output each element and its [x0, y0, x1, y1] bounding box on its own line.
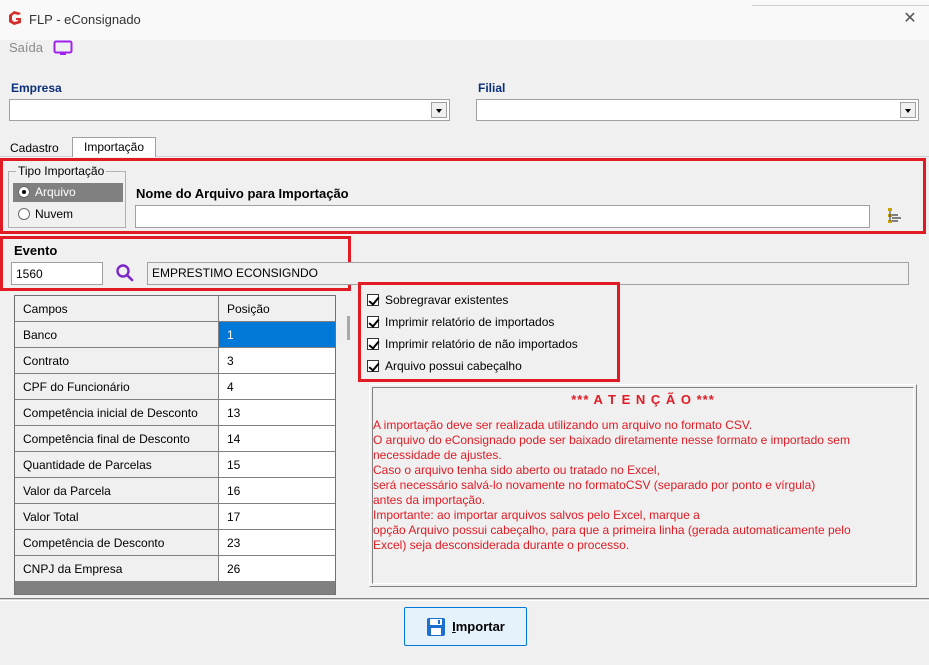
- evento-code-input[interactable]: [11, 262, 103, 285]
- option-label: Imprimir relatório de não importados: [385, 337, 578, 351]
- campos-grid[interactable]: Campos Posição Banco 1 Contrato 3 CPF do Funci…: [14, 295, 336, 595]
- table-row[interactable]: Banco 1: [15, 322, 335, 348]
- attention-line: opção Arquivo possui cabeçalho, para que…: [373, 523, 851, 537]
- empresa-select[interactable]: [9, 99, 450, 121]
- radio-nuvem[interactable]: [18, 208, 30, 220]
- file-browse-icon[interactable]: [885, 206, 905, 226]
- tab-importacao[interactable]: Importação: [72, 137, 156, 157]
- arquivo-input[interactable]: [135, 205, 870, 228]
- table-row[interactable]: Quantidade de Parcelas 15: [15, 452, 335, 478]
- top-strip: [752, 0, 929, 6]
- grid-scrollbar[interactable]: [347, 316, 350, 340]
- arquivo-label: Nome do Arquivo para Importação: [136, 186, 349, 201]
- importar-button[interactable]: Importar: [404, 607, 527, 646]
- table-row[interactable]: CNPJ da Empresa 26: [15, 556, 335, 582]
- campo-cell: Valor Total: [15, 504, 219, 530]
- table-row[interactable]: Valor Total 17: [15, 504, 335, 530]
- attention-line: será necessário salvá-lo novamente no fo…: [373, 478, 816, 492]
- window-title: FLP - eConsignado: [29, 12, 141, 27]
- bottom-separator: [0, 598, 929, 601]
- app-logo-icon: [9, 11, 21, 25]
- tipo-importacao-legend: Tipo Importação: [16, 164, 107, 178]
- table-row[interactable]: Competência de Desconto 23: [15, 530, 335, 556]
- option-label: Arquivo possui cabeçalho: [385, 359, 522, 373]
- posicao-cell[interactable]: 14: [219, 426, 335, 452]
- posicao-cell[interactable]: 4: [219, 374, 335, 400]
- monitor-icon[interactable]: [53, 40, 73, 57]
- option-checkbox[interactable]: [367, 316, 379, 328]
- grid-header-row: Campos Posição: [15, 296, 335, 322]
- posicao-cell[interactable]: 23: [219, 530, 335, 556]
- radio-arquivo[interactable]: [18, 186, 30, 198]
- campo-cell: Valor da Parcela: [15, 478, 219, 504]
- saida-button[interactable]: Saída: [9, 40, 43, 55]
- attention-line: Excel) seja desconsiderada durante o pro…: [373, 538, 630, 552]
- option-checkbox[interactable]: [367, 360, 379, 372]
- chevron-down-icon[interactable]: [431, 102, 447, 118]
- importar-label: mportar: [455, 619, 505, 634]
- posicao-cell[interactable]: 16: [219, 478, 335, 504]
- campo-cell: Competência de Desconto: [15, 530, 219, 556]
- table-row[interactable]: Contrato 3: [15, 348, 335, 374]
- evento-description-text: EMPRESTIMO ECONSIGNDO: [152, 266, 319, 280]
- attention-line: Importante: ao importar arquivos salvos …: [373, 508, 700, 522]
- close-button[interactable]: ✕: [900, 9, 920, 29]
- attention-line: Caso o arquivo tenha sido aberto ou trat…: [373, 463, 660, 477]
- attention-line: O arquivo do eConsignado pode ser baixad…: [373, 433, 850, 447]
- filial-select[interactable]: [476, 99, 919, 121]
- option-label: Imprimir relatório de importados: [385, 315, 555, 329]
- filial-label: Filial: [478, 81, 506, 95]
- search-icon[interactable]: [115, 263, 135, 283]
- empresa-label: Empresa: [11, 81, 62, 95]
- radio-arquivo-label: Arquivo: [35, 185, 76, 199]
- posicao-cell[interactable]: 17: [219, 504, 335, 530]
- posicao-cell[interactable]: 26: [219, 556, 335, 582]
- attention-line: A importação deve ser realizada utilizan…: [373, 418, 753, 432]
- posicao-cell[interactable]: 13: [219, 400, 335, 426]
- campo-cell: Contrato: [15, 348, 219, 374]
- posicao-cell[interactable]: 15: [219, 452, 335, 478]
- grid-header-cell[interactable]: Campos: [15, 296, 219, 322]
- table-row[interactable]: Competência final de Desconto 14: [15, 426, 335, 452]
- table-row[interactable]: CPF do Funcionário 4: [15, 374, 335, 400]
- posicao-cell[interactable]: 3: [219, 348, 335, 374]
- posicao-cell[interactable]: 1: [219, 322, 335, 348]
- option-label: Sobregravar existentes: [385, 293, 509, 307]
- evento-label: Evento: [14, 243, 58, 258]
- attention-line: antes da importação.: [373, 493, 486, 507]
- radio-nuvem-label: Nuvem: [35, 207, 74, 221]
- campo-cell: CNPJ da Empresa: [15, 556, 219, 582]
- radio-nuvem-row[interactable]: Nuvem: [13, 205, 123, 224]
- option-checkbox[interactable]: [367, 294, 379, 306]
- table-row[interactable]: Competência inicial de Desconto 13: [15, 400, 335, 426]
- chevron-down-icon[interactable]: [900, 102, 916, 118]
- attention-line: necessidade de ajustes.: [373, 448, 502, 462]
- radio-arquivo-row[interactable]: Arquivo: [13, 183, 123, 202]
- campo-cell: CPF do Funcionário: [15, 374, 219, 400]
- save-icon: [427, 617, 446, 636]
- campo-cell: Banco: [15, 322, 219, 348]
- campo-cell: Competência final de Desconto: [15, 426, 219, 452]
- campo-cell: Competência inicial de Desconto: [15, 400, 219, 426]
- option-checkbox[interactable]: [367, 338, 379, 350]
- attention-title: *** A T E N Ç Ã O ***: [571, 392, 715, 407]
- campo-cell: Quantidade de Parcelas: [15, 452, 219, 478]
- table-row[interactable]: Valor da Parcela 16: [15, 478, 335, 504]
- grid-header-cell[interactable]: Posição: [219, 296, 335, 322]
- tab-cadastro[interactable]: Cadastro: [10, 141, 59, 155]
